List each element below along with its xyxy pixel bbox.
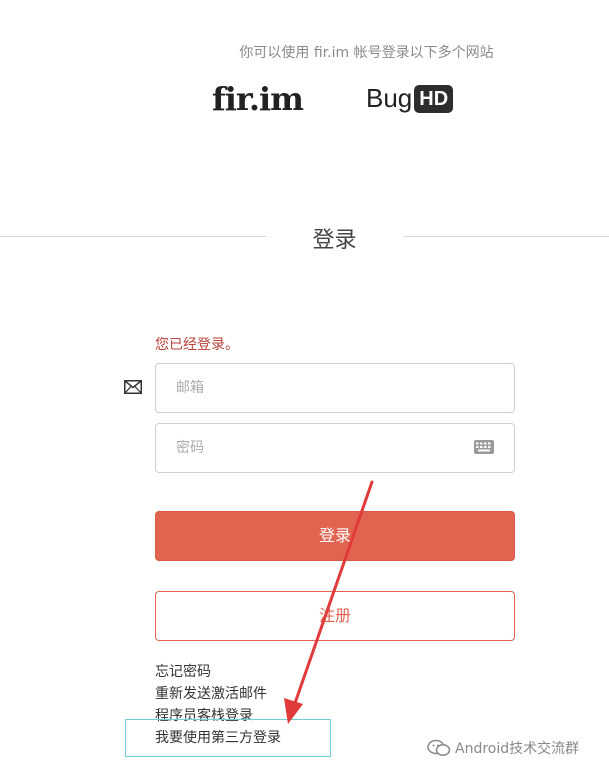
register-button[interactable]: 注册: [155, 591, 515, 641]
resend-activation-link[interactable]: 重新发送激活邮件: [155, 683, 267, 705]
highlight-box: [125, 719, 331, 757]
help-links: 忘记密码 重新发送激活邮件 程序员客栈登录 我要使用第三方登录: [155, 661, 281, 746]
login-status-message: 您已经登录。: [155, 337, 239, 353]
forgot-password-link[interactable]: 忘记密码: [155, 661, 267, 683]
firim-logo[interactable]: fir.im: [212, 80, 304, 118]
bughd-logo-prefix: Bug: [366, 83, 413, 113]
bughd-logo[interactable]: Bug HD: [366, 83, 454, 114]
envelope-icon: [124, 380, 142, 394]
watermark-text: Android技术交流群: [455, 741, 580, 757]
password-input[interactable]: [155, 423, 515, 473]
bughd-logo-suffix: HD: [414, 84, 454, 113]
title-divider-left: [0, 236, 266, 237]
title-divider-right: [403, 236, 609, 237]
keyboard-icon[interactable]: [474, 440, 494, 454]
sites-subtitle: 你可以使用 fir.im 帐号登录以下多个网站: [239, 45, 494, 61]
wechat-icon: [427, 739, 451, 756]
watermark: Android技术交流群: [427, 738, 579, 758]
login-button[interactable]: 登录: [155, 511, 515, 561]
email-input[interactable]: [155, 363, 515, 413]
login-title: 登录: [312, 228, 357, 253]
